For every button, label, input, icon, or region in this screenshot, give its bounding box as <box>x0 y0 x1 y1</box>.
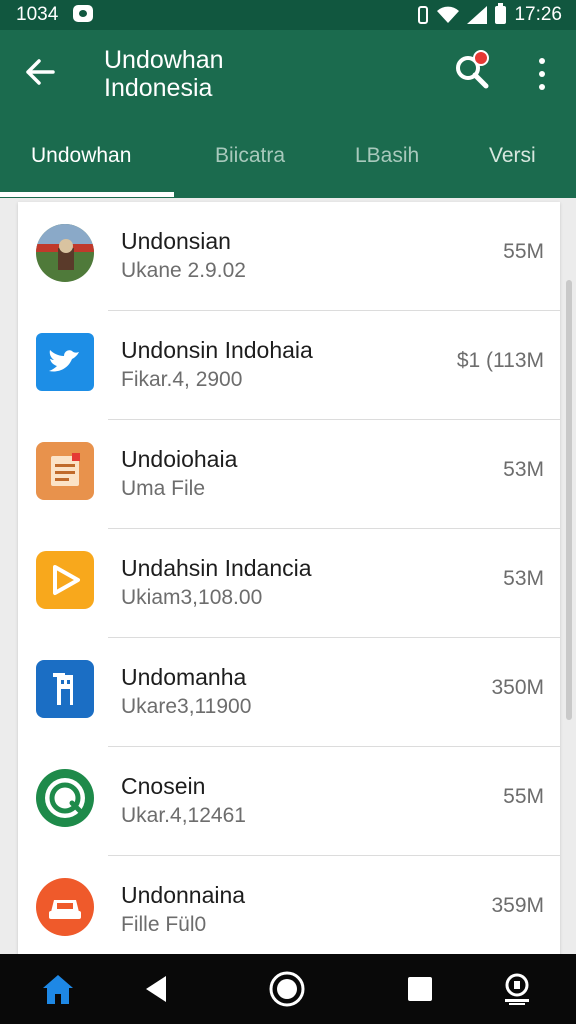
status-time: 1034 <box>16 4 59 25</box>
tab-lbasih[interactable]: LBasih <box>355 134 419 198</box>
title-line-2: Indonesia <box>104 74 213 102</box>
item-title: Undonsian <box>121 228 231 254</box>
item-subtitle: Fikar.4, 2900 <box>121 368 243 391</box>
tab-undowhan[interactable]: Undowhan <box>31 134 131 198</box>
item-subtitle: Fille Fül0 <box>121 913 207 936</box>
wifi-icon <box>437 6 460 24</box>
item-title: Undahsin Indancia <box>121 555 312 581</box>
item-size: 359M <box>491 894 544 917</box>
item-size: 53M <box>503 458 544 481</box>
list-item[interactable]: Undonnaina Fille Fül0 359M <box>18 856 560 962</box>
play-icon <box>36 551 94 609</box>
chat-circle-icon <box>36 769 94 827</box>
list-item[interactable]: Undonsian Ukane 2.9.02 55M <box>18 202 560 311</box>
item-title: Undonnaina <box>121 882 246 908</box>
car-icon <box>36 878 94 936</box>
item-subtitle: Ukare3,11900 <box>121 695 252 718</box>
item-size: 350M <box>491 676 544 699</box>
tab-biicatra[interactable]: Biicatra <box>215 134 285 198</box>
item-size: 55M <box>503 785 544 808</box>
item-title: Undoiohaia <box>121 446 238 472</box>
item-size: $1 (113M <box>456 349 544 372</box>
tab-indicator <box>0 192 174 197</box>
building-icon <box>36 660 94 718</box>
more-vert-icon[interactable] <box>530 56 554 92</box>
notification-icon <box>73 5 93 22</box>
status-clock: 17:26 <box>514 4 562 25</box>
home-icon[interactable] <box>38 969 78 1009</box>
list-item[interactable]: Cnosein Ukar.4,12461 55M <box>18 747 560 856</box>
app-list: Undonsian Ukane 2.9.02 55M Undonsin Indo… <box>18 202 560 962</box>
back-arrow-icon[interactable] <box>20 52 60 92</box>
app-bar: Undowhan Indonesia Undowhan Biicatra LBa… <box>0 30 576 198</box>
item-subtitle: Ukiam3,108.00 <box>121 586 263 609</box>
tab-versi[interactable]: Versi <box>489 134 536 198</box>
item-subtitle: Ukane 2.9.02 <box>121 259 246 282</box>
list-item[interactable]: Undahsin Indancia Ukiam3,108.00 53M <box>18 529 560 638</box>
item-title: Undonsin Indohaia <box>121 337 313 363</box>
status-icons: 17:26 <box>417 3 562 26</box>
twitter-bird-icon <box>36 333 94 391</box>
tab-bar: Undowhan Biicatra LBasih Versi <box>0 134 576 198</box>
back-triangle-icon[interactable] <box>136 969 176 1009</box>
scrollbar[interactable] <box>566 280 572 720</box>
item-size: 53M <box>503 567 544 590</box>
recents-square-icon[interactable] <box>400 969 440 1009</box>
item-size: 55M <box>503 240 544 263</box>
item-title: Undomanha <box>121 664 247 690</box>
list-item[interactable]: Undonsin Indohaia Fikar.4, 2900 $1 (113M <box>18 311 560 420</box>
item-subtitle: Ukar.4,12461 <box>121 804 246 827</box>
notification-badge <box>473 50 489 66</box>
search-button[interactable] <box>452 50 496 96</box>
home-circle-icon[interactable] <box>267 969 307 1009</box>
page-title: Undowhan Indonesia <box>104 46 364 102</box>
item-title: Cnosein <box>121 773 206 799</box>
signal-icon <box>467 6 488 24</box>
document-icon <box>36 442 94 500</box>
list-item[interactable]: Undoiohaia Uma File 53M <box>18 420 560 529</box>
vibrate-icon <box>417 6 429 24</box>
title-line-1: Undowhan <box>104 46 224 74</box>
status-bar: 1034 17:26 <box>0 0 576 30</box>
photo-thumbnail-icon <box>36 224 94 282</box>
navigation-bar <box>0 954 576 1024</box>
battery-icon <box>495 3 507 24</box>
list-item[interactable]: Undomanha Ukare3,11900 350M <box>18 638 560 747</box>
assistant-icon[interactable] <box>497 969 537 1009</box>
item-subtitle: Uma File <box>121 477 206 500</box>
